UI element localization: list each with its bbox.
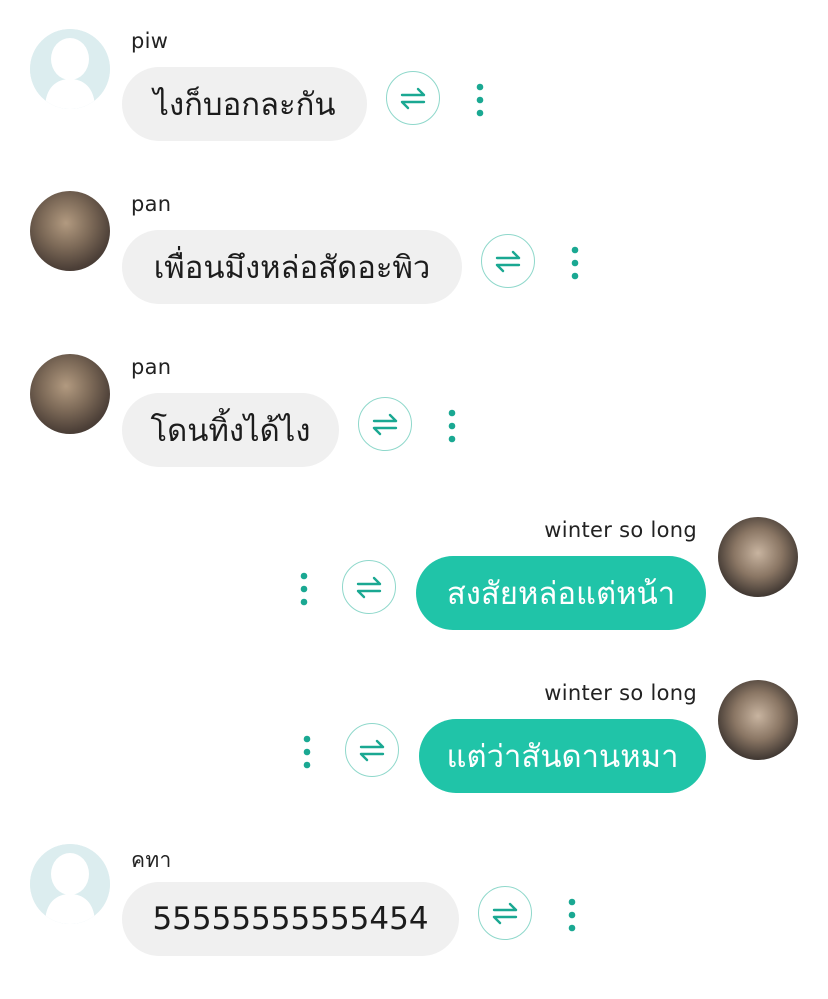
translate-button[interactable] xyxy=(342,560,396,614)
default-avatar[interactable] xyxy=(30,29,110,109)
chat-message-outgoing: winter so long สงสัยหล่อแต่หน้า xyxy=(0,514,828,654)
more-options-button[interactable] xyxy=(297,732,317,772)
default-avatar[interactable] xyxy=(30,844,110,924)
translate-button[interactable] xyxy=(481,234,535,288)
more-options-button[interactable] xyxy=(565,243,585,283)
more-options-button[interactable] xyxy=(442,406,462,446)
person-silhouette-icon xyxy=(30,844,110,924)
more-options-button[interactable] xyxy=(470,80,490,120)
message-bubble[interactable]: ไงก็บอกละกัน xyxy=(122,67,367,141)
more-options-button[interactable] xyxy=(562,895,582,935)
chat-message-incoming: คทา 55555555555454 xyxy=(0,840,828,980)
person-silhouette-icon xyxy=(30,29,110,109)
swap-arrows-icon xyxy=(359,739,385,762)
translate-button[interactable] xyxy=(386,71,440,125)
photo-avatar[interactable] xyxy=(30,191,110,271)
swap-arrows-icon xyxy=(372,413,398,436)
translate-button[interactable] xyxy=(358,397,412,451)
translate-button[interactable] xyxy=(478,886,532,940)
vertical-dots-icon xyxy=(571,246,579,280)
swap-arrows-icon xyxy=(400,87,426,110)
vertical-dots-icon xyxy=(476,83,484,117)
chat-message-outgoing: winter so long แต่ว่าสันดานหมา xyxy=(0,677,828,817)
message-bubble[interactable]: เพื่อนมึงหล่อสัดอะพิว xyxy=(122,230,462,304)
message-bubble[interactable]: สงสัยหล่อแต่หน้า xyxy=(416,556,706,630)
sender-name: winter so long xyxy=(544,681,697,705)
sender-name: คทา xyxy=(131,848,172,872)
sender-name: piw xyxy=(131,29,169,53)
message-bubble[interactable]: แต่ว่าสันดานหมา xyxy=(419,719,706,793)
swap-arrows-icon xyxy=(495,250,521,273)
swap-arrows-icon xyxy=(356,576,382,599)
photo-avatar[interactable] xyxy=(718,680,798,760)
chat-message-incoming: piw ไงก็บอกละกัน xyxy=(0,25,828,165)
swap-arrows-icon xyxy=(492,902,518,925)
chat-message-incoming: pan โดนทิ้งได้ไง xyxy=(0,351,828,491)
vertical-dots-icon xyxy=(300,572,308,606)
photo-avatar[interactable] xyxy=(30,354,110,434)
chat-message-list: piw ไงก็บอกละกัน pan เพื่อนมึงหล่อสัดอะพ… xyxy=(0,0,828,999)
message-bubble[interactable]: โดนทิ้งได้ไง xyxy=(122,393,339,467)
vertical-dots-icon xyxy=(568,898,576,932)
vertical-dots-icon xyxy=(303,735,311,769)
photo-avatar[interactable] xyxy=(718,517,798,597)
translate-button[interactable] xyxy=(345,723,399,777)
sender-name: winter so long xyxy=(544,518,697,542)
more-options-button[interactable] xyxy=(294,569,314,609)
sender-name: pan xyxy=(131,355,172,379)
chat-message-incoming: pan เพื่อนมึงหล่อสัดอะพิว xyxy=(0,188,828,328)
message-bubble[interactable]: 55555555555454 xyxy=(122,882,459,956)
sender-name: pan xyxy=(131,192,172,216)
vertical-dots-icon xyxy=(448,409,456,443)
